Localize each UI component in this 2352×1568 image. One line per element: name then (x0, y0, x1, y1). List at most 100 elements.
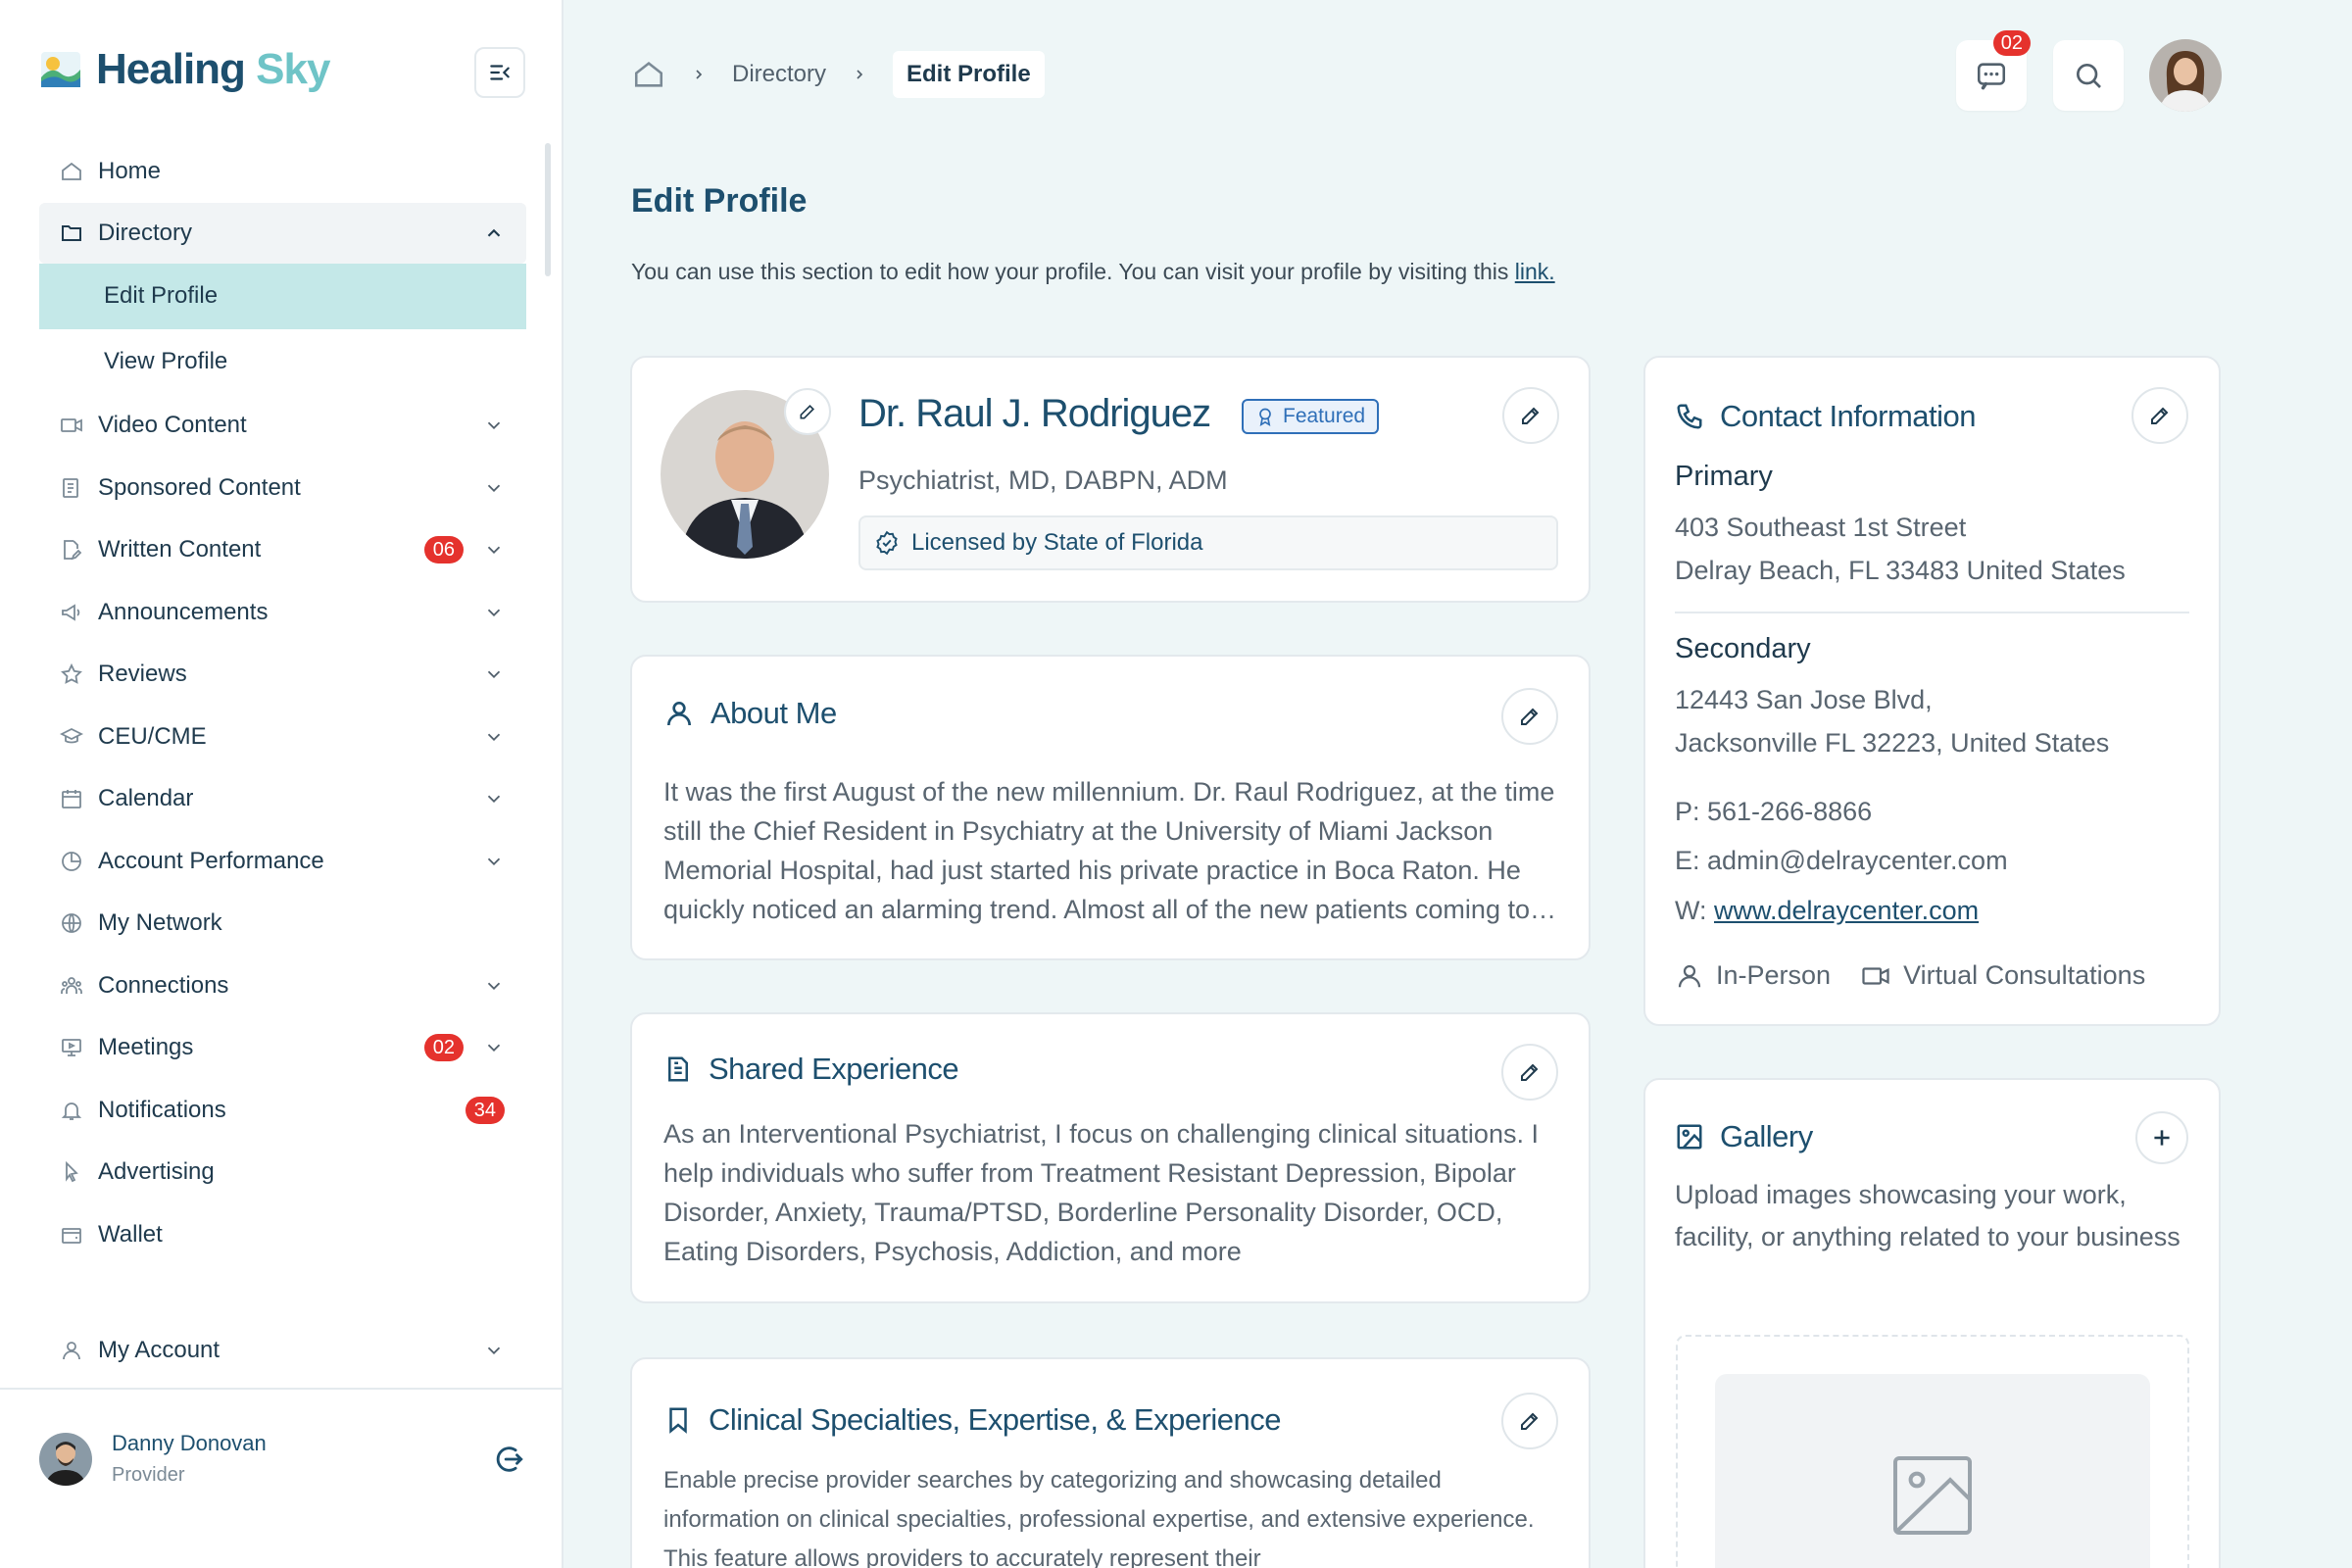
user-avatar (39, 1432, 92, 1486)
messages-button[interactable]: 02 (1956, 30, 2031, 111)
featured-badge: Featured (1242, 399, 1380, 434)
sidebar-item-connections[interactable]: Connections (39, 955, 526, 1017)
user-icon (1678, 964, 1701, 987)
page-title: Edit Profile (631, 182, 808, 220)
profile-avatar-button[interactable] (2149, 39, 2222, 112)
breadcrumb-directory[interactable]: Directory (732, 61, 826, 88)
chat-icon (1977, 63, 2006, 90)
pencil-icon (1521, 708, 1539, 725)
sidebar-item-reviews[interactable]: Reviews (39, 644, 526, 707)
sidebar-scrollbar[interactable] (545, 143, 551, 276)
pencil-icon (2151, 407, 2169, 424)
chevron-up-icon (487, 228, 501, 237)
logout-button[interactable] (492, 1443, 525, 1476)
sidebar-item-account-performance[interactable]: Account Performance (39, 830, 526, 893)
sidebar-item-advertising[interactable]: Advertising (39, 1142, 526, 1204)
about-me-card: About Me It was the first August of the … (630, 655, 1591, 960)
document-icon (59, 475, 84, 501)
logout-icon (496, 1446, 523, 1472)
healing-sky-logo-icon (39, 48, 82, 91)
user-icon (667, 702, 691, 726)
video-icon (1862, 966, 1889, 985)
website-link[interactable]: www.delraycenter.com (1714, 896, 1979, 925)
sidebar-item-my-network[interactable]: My Network (39, 893, 526, 956)
chevron-down-icon (487, 795, 501, 804)
edit-contact-information-button[interactable] (2132, 387, 2188, 444)
page-description: You can use this section to edit how you… (631, 259, 1555, 284)
search-icon (2077, 64, 2101, 88)
phone-icon (1677, 404, 1702, 429)
brand-name: Healing Sky (96, 45, 330, 93)
pencil-icon (800, 404, 815, 419)
edit-about-me-button[interactable] (1501, 688, 1558, 745)
user-role: Provider (112, 1464, 185, 1486)
edit-clinical-specialties-button[interactable] (1501, 1393, 1558, 1449)
globe-icon (59, 910, 84, 936)
sidebar-nav: Home Directory Edit Profile View Profile… (39, 140, 526, 1266)
chevron-down-icon (487, 858, 501, 865)
change-photo-button[interactable] (784, 388, 831, 435)
pie-chart-icon (59, 849, 84, 874)
primary-address-label: Primary (1675, 461, 1773, 492)
gallery-title: Gallery (1720, 1119, 1813, 1153)
folder-icon (59, 220, 84, 246)
pencil-icon (1522, 407, 1540, 424)
contact-information-title: Contact Information (1720, 399, 1977, 433)
sidebar-item-calendar[interactable]: Calendar (39, 768, 526, 831)
breadcrumb: Directory Edit Profile (632, 51, 1045, 98)
image-placeholder-icon (1893, 1456, 1972, 1535)
add-gallery-image-button[interactable] (2135, 1111, 2188, 1164)
collapse-icon (490, 65, 510, 80)
chevron-down-icon (487, 1044, 501, 1053)
shared-experience-title: Shared Experience (709, 1052, 959, 1086)
edit-profile-header-button[interactable] (1502, 387, 1559, 444)
sidebar-item-video-content[interactable]: Video Content (39, 395, 526, 458)
collapse-sidebar-button[interactable] (474, 47, 525, 98)
sidebar-item-edit-profile[interactable]: Edit Profile (39, 263, 526, 329)
meetings-badge: 02 (423, 1034, 464, 1062)
video-icon (59, 413, 84, 438)
about-me-text: It was the first August of the new mille… (663, 777, 1555, 924)
gallery-description: Upload images showcasing your work, faci… (1675, 1180, 2180, 1251)
sidebar-item-wallet[interactable]: Wallet (39, 1203, 526, 1266)
edit-shared-experience-button[interactable] (1501, 1044, 1558, 1101)
breadcrumb-home[interactable] (632, 58, 665, 91)
sidebar-item-ceu-cme[interactable]: CEU/CME (39, 706, 526, 768)
current-user[interactable]: Danny Donovan Provider (39, 1431, 267, 1487)
messages-badge: 02 (1992, 30, 2031, 56)
sidebar-item-written-content[interactable]: Written Content 06 (39, 519, 526, 582)
sidebar-item-view-profile[interactable]: View Profile (39, 329, 526, 395)
provider-credentials: Psychiatrist, MD, DABPN, ADM (858, 466, 1228, 495)
written-content-badge: 06 (423, 536, 464, 564)
profile-link[interactable]: link. (1515, 259, 1555, 284)
about-me-title: About Me (710, 696, 837, 730)
primary-address-line2: Delray Beach, FL 33483 United States (1675, 556, 2126, 585)
sidebar-item-announcements[interactable]: Announcements (39, 581, 526, 644)
pencil-icon (1521, 1412, 1539, 1430)
sidebar-item-home[interactable]: Home (39, 140, 526, 203)
verified-icon (876, 530, 898, 556)
in-person-mode: In-Person (1675, 960, 1831, 991)
sidebar-item-directory[interactable]: Directory (39, 202, 526, 264)
sidebar-item-meetings[interactable]: Meetings 02 (39, 1017, 526, 1080)
primary-address-line1: 403 Southeast 1st Street (1675, 513, 1967, 542)
brand-logo[interactable]: Healing Sky (39, 45, 330, 94)
sidebar: Healing Sky Home Directory Edit Profile … (0, 0, 564, 1568)
cursor-icon (59, 1159, 84, 1185)
sidebar-item-sponsored-content[interactable]: Sponsored Content (39, 457, 526, 519)
graduation-cap-icon (59, 724, 84, 750)
provider-name: Dr. Raul J. Rodriguez (858, 392, 1211, 435)
wallet-icon (59, 1222, 84, 1248)
calendar-icon (59, 786, 84, 811)
search-button[interactable] (2053, 40, 2124, 111)
presentation-icon (59, 1035, 84, 1060)
contact-email: E: admin@delraycenter.com (1675, 846, 2008, 875)
home-icon (634, 62, 663, 87)
breadcrumb-current: Edit Profile (893, 51, 1045, 98)
chevron-down-icon (487, 609, 501, 616)
clinical-specialties-card: Clinical Specialties, Expertise, & Exper… (630, 1357, 1591, 1568)
sidebar-divider (0, 1388, 562, 1390)
sidebar-item-notifications[interactable]: Notifications 34 (39, 1079, 526, 1142)
secondary-address-line2: Jacksonville FL 32223, United States (1675, 728, 2110, 758)
sidebar-item-my-account[interactable]: My Account (39, 1319, 526, 1382)
